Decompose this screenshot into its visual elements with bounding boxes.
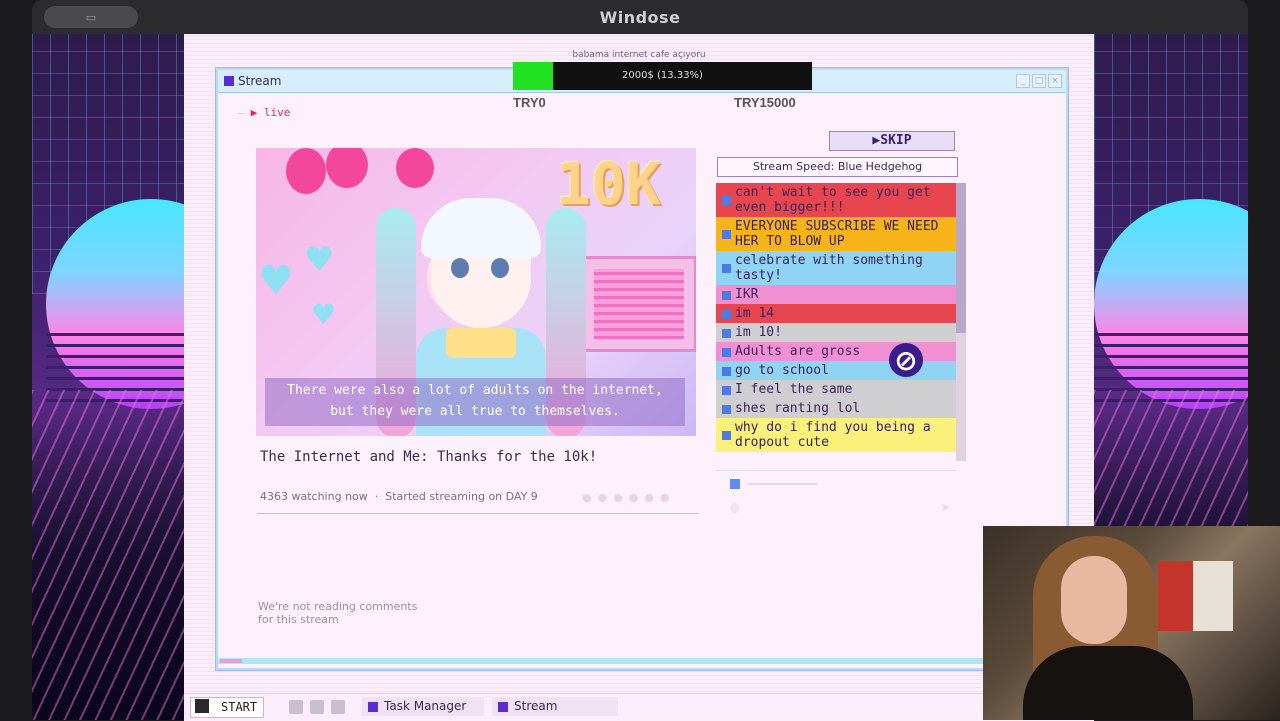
ban-cursor-icon: ⊘ — [889, 343, 923, 377]
chat-user-icon — [722, 196, 731, 205]
chat-user-icon — [722, 385, 731, 395]
comment-box[interactable]: ➤ — [716, 470, 956, 521]
chat-message[interactable]: shes ranting lol — [716, 399, 956, 418]
window-bottom-strip — [218, 658, 1064, 664]
divider — [257, 513, 699, 514]
chat-message[interactable]: EVERYONE SUBSCRIBE WE NEED HER TO BLOW U… — [716, 217, 956, 251]
heart-graphic: ♥ — [258, 258, 294, 304]
heart-graphic: ♥ — [311, 298, 337, 331]
chat-message[interactable]: im 14 — [716, 304, 956, 323]
mac-titlebar: ▭ Windose — [32, 0, 1248, 34]
taskbar-stream[interactable]: Stream — [492, 697, 618, 716]
balloon-graphic — [396, 148, 434, 188]
comment-avatar — [730, 479, 740, 489]
window-resize-handle[interactable] — [220, 659, 242, 663]
emoji-icon[interactable] — [730, 503, 740, 513]
streamer-face — [1061, 556, 1127, 644]
messages-icon[interactable] — [310, 700, 324, 714]
chat-list[interactable]: can't wait to see you get even bigger!!!… — [716, 183, 956, 461]
stream-speed-label[interactable]: Stream Speed: Blue Hedgehog — [717, 157, 958, 177]
window-icon — [224, 76, 234, 86]
balloon-graphic — [326, 148, 368, 188]
computer-icon[interactable] — [331, 700, 345, 714]
taskbar: START Task Manager Stream — [184, 693, 1094, 721]
streamer-body — [1023, 646, 1193, 720]
chat-message-text: IKR — [735, 287, 759, 302]
chat-message-text: im 14 — [735, 306, 775, 321]
chat-message[interactable]: can't wait to see you get even bigger!!! — [716, 183, 956, 217]
progress-text: 2000$ (13.33%) — [622, 70, 703, 81]
chat-scrollbar[interactable] — [956, 183, 966, 461]
synthwave-background-left — [32, 34, 184, 720]
chat-message[interactable]: im 10! — [716, 323, 956, 342]
comment-placeholder-line — [748, 483, 818, 485]
taskbar-task-manager[interactable]: Task Manager — [362, 697, 484, 716]
chat-user-icon — [722, 328, 731, 338]
goal-end-label: TRY15000 — [734, 95, 796, 110]
follower-progress-bar: 2000$ (13.33%) — [513, 62, 812, 90]
webcam-overlay — [983, 526, 1280, 720]
chat-message-text: go to school — [735, 363, 829, 378]
twitter-icon[interactable] — [289, 700, 303, 714]
reaction-hearts: ●●●●●● — [582, 491, 676, 504]
chat-message-text: EVERYONE SUBSCRIBE WE NEED HER TO BLOW U… — [735, 219, 939, 249]
balloon-graphic — [286, 148, 326, 194]
start-button[interactable]: START — [190, 697, 264, 718]
maximize-button[interactable]: □ — [1032, 74, 1046, 88]
no-comments-notice: We're not reading comments for this stre… — [258, 600, 418, 626]
close-button[interactable]: × — [1048, 74, 1062, 88]
send-icon[interactable]: ➤ — [941, 501, 950, 514]
skip-button[interactable]: ▶SKIP — [829, 131, 955, 151]
live-indicator: — ▶ live — [238, 106, 291, 119]
window-title: Stream — [238, 74, 282, 88]
viewer-count: 4363 watching now — [260, 490, 368, 503]
chat-message[interactable]: IKR — [716, 285, 956, 304]
desktop-header: babama internet cafe açıyoru — [572, 50, 706, 60]
chat-message-text: Adults are gross — [735, 344, 861, 359]
chat-message[interactable]: why do i find you being a dropout cute — [716, 418, 956, 452]
chat-message[interactable]: I feel the same — [716, 380, 956, 399]
chat-message-text: shes ranting lol — [735, 401, 861, 416]
chat-message-text: celebrate with something tasty! — [735, 253, 923, 283]
chat-user-icon — [722, 290, 731, 300]
goal-start-label: TRY0 — [513, 95, 546, 110]
chat-message-text: why do i find you being a dropout cute — [735, 420, 931, 450]
chat-message-text: im 10! — [735, 325, 782, 340]
mac-window-title: Windose — [599, 8, 681, 27]
chat-user-icon — [722, 404, 731, 414]
minimize-button[interactable]: _ — [1016, 74, 1030, 88]
chat-user-icon — [722, 230, 731, 239]
heart-graphic: ♥ — [304, 240, 335, 280]
stream-start-day: Started streaming on DAY 9 — [385, 490, 538, 503]
chat-message-text: I feel the same — [735, 382, 853, 397]
stream-title: The Internet and Me: Thanks for the 10k! — [260, 449, 598, 465]
monitor-graphic — [581, 256, 696, 352]
chat-user-icon — [722, 431, 731, 440]
chat-user-icon — [722, 366, 731, 376]
start-icon — [195, 699, 209, 713]
stream-meta: 4363 watching now · Started streaming on… — [260, 490, 538, 503]
chat-user-icon — [722, 264, 731, 273]
chat-user-icon — [722, 309, 731, 319]
chat-message[interactable]: celebrate with something tasty! — [716, 251, 956, 285]
chat-user-icon — [722, 347, 731, 357]
chat-message-text: can't wait to see you get even bigger!!! — [735, 185, 931, 215]
video-caption: There were also a lot of adults on the i… — [265, 378, 685, 426]
